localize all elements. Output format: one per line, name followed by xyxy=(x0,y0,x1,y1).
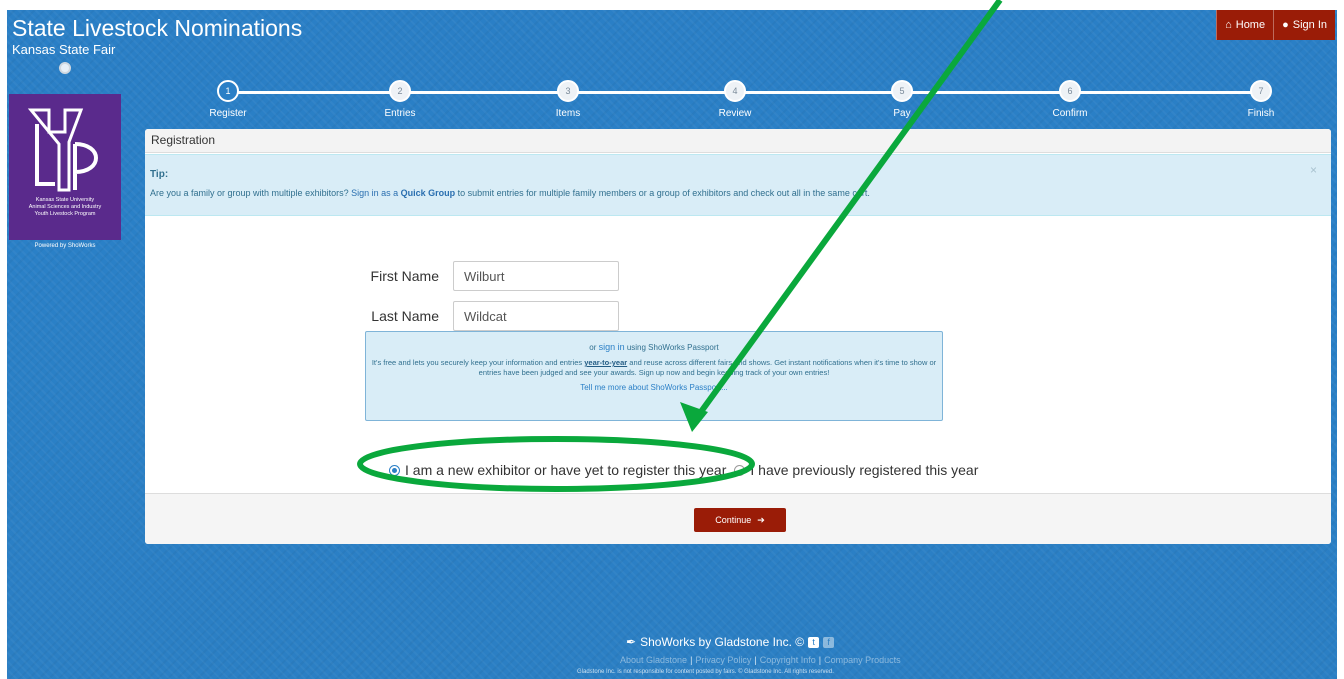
products-link[interactable]: Company Products xyxy=(824,655,901,665)
step-label: Confirm xyxy=(1052,108,1088,119)
passport-more-link[interactable]: Tell me more about ShoWorks Passport... xyxy=(366,383,942,392)
close-icon[interactable]: × xyxy=(1310,163,1317,177)
first-name-row: First Name xyxy=(367,261,619,291)
tip-text: Are you a family or group with multiple … xyxy=(150,188,1326,198)
logo-line-1: Kansas State University xyxy=(35,197,95,203)
last-name-field[interactable] xyxy=(453,301,619,331)
app-title: State Livestock Nominations xyxy=(12,15,303,41)
step-number: 1 xyxy=(217,80,239,102)
step-confirm[interactable]: 6 Confirm xyxy=(1040,80,1100,119)
lyp-logo-icon xyxy=(27,108,98,192)
previous-exhibitor-radio[interactable] xyxy=(734,464,746,476)
step-number: 4 xyxy=(724,80,746,102)
step-items[interactable]: 3 Items xyxy=(538,80,598,119)
step-number: 5 xyxy=(891,80,913,102)
step-review[interactable]: 4 Review xyxy=(705,80,765,119)
panel-footer: Continue ➔ xyxy=(145,493,1331,544)
exhibitor-type-options: I am a new exhibitor or have yet to regi… xyxy=(389,462,978,478)
arrow-right-icon: ➔ xyxy=(757,514,765,525)
step-label: Register xyxy=(209,108,247,119)
step-label: Pay xyxy=(893,108,911,119)
step-pay[interactable]: 5 Pay xyxy=(872,80,932,119)
progress-stepper: 1 Register 2 Entries 3 Items 4 Review 5 … xyxy=(209,80,1274,130)
step-number: 7 xyxy=(1250,80,1272,102)
continue-button[interactable]: Continue ➔ xyxy=(694,508,786,532)
new-exhibitor-radio[interactable] xyxy=(389,464,400,476)
app-background: State Livestock Nominations Kansas State… xyxy=(7,10,1337,679)
home-icon: ⌂ xyxy=(1225,19,1232,31)
logo: Kansas State University Animal Sciences … xyxy=(9,94,121,240)
first-name-field[interactable] xyxy=(453,261,619,291)
passport-info-box: or sign in using ShoWorks Passport It's … xyxy=(365,331,943,421)
step-label: Entries xyxy=(384,108,416,119)
user-icon: ● xyxy=(1282,19,1289,31)
new-exhibitor-label[interactable]: I am a new exhibitor or have yet to regi… xyxy=(405,462,726,478)
tip-signin: Sign in as a xyxy=(351,188,401,198)
panel-heading: Registration xyxy=(145,129,1331,153)
top-nav: ⌂ Home ● Sign In xyxy=(1216,10,1335,40)
tip-alert: Tip: Are you a family or group with mult… xyxy=(145,154,1331,216)
step-number: 6 xyxy=(1059,80,1081,102)
footer-links: About Gladstone | Privacy Policy | Copyright… xyxy=(620,655,901,665)
last-name-label: Last Name xyxy=(371,308,439,324)
passport-body-emph: year-to-year xyxy=(584,358,628,367)
tip-quick-group: Quick Group xyxy=(400,188,456,198)
quick-group-link[interactable]: Sign in as a Quick Group xyxy=(351,188,455,198)
last-name-row: Last Name xyxy=(367,301,619,331)
twitter-icon[interactable]: t xyxy=(808,636,820,648)
registration-panel: Registration Tip: Are you a family or gr… xyxy=(145,129,1331,544)
step-entries[interactable]: 2 Entries xyxy=(370,80,430,119)
footer-brand-text: ShoWorks by Gladstone Inc. © xyxy=(640,635,805,649)
step-label: Finish xyxy=(1247,108,1275,119)
step-register[interactable]: 1 Register xyxy=(198,80,258,119)
step-number: 2 xyxy=(389,80,411,102)
step-finish[interactable]: 7 Finish xyxy=(1231,80,1291,119)
passport-body-pre: It's free and lets you securely keep you… xyxy=(371,358,585,367)
passport-or: or xyxy=(589,343,599,352)
logo-line-3: Youth Livestock Program xyxy=(34,211,96,217)
facebook-icon[interactable]: f xyxy=(823,636,835,648)
logo-caption: Kansas State University Animal Sciences … xyxy=(29,197,101,218)
previous-exhibitor-label[interactable]: I have previously registered this year xyxy=(750,462,978,478)
footer-brand: ✒ ShoWorks by Gladstone Inc. © t f xyxy=(626,635,835,649)
sign-in-button[interactable]: ● Sign In xyxy=(1273,10,1335,40)
footer-copyright: Gladstone Inc. is not responsible for co… xyxy=(577,669,834,675)
sign-in-label: Sign In xyxy=(1292,19,1327,31)
passport-using: using ShoWorks Passport xyxy=(624,343,719,352)
step-number: 3 xyxy=(557,80,579,102)
first-name-label: First Name xyxy=(370,268,439,284)
feather-icon: ✒ xyxy=(626,635,637,649)
home-button[interactable]: ⌂ Home xyxy=(1216,10,1274,40)
tip-pre: Are you a family or group with multiple … xyxy=(150,188,352,198)
passport-signin-line: or sign in using ShoWorks Passport xyxy=(366,342,942,352)
passport-signin-link[interactable]: sign in xyxy=(599,342,625,352)
about-link[interactable]: About Gladstone xyxy=(620,655,687,665)
tip-post: to submit entries for multiple family me… xyxy=(455,188,870,198)
privacy-link[interactable]: Privacy Policy xyxy=(695,655,751,665)
continue-label: Continue xyxy=(715,515,752,525)
copyright-link[interactable]: Copyright Info xyxy=(760,655,816,665)
tip-title: Tip: xyxy=(150,169,169,180)
powered-by: Powered by ShoWorks xyxy=(34,243,96,249)
step-label: Review xyxy=(718,108,752,119)
logo-line-2: Animal Sciences and Industry xyxy=(28,204,102,210)
passport-description: It's free and lets you securely keep you… xyxy=(369,358,939,378)
app-subtitle: Kansas State Fair xyxy=(12,42,116,57)
sidebar-toggle[interactable] xyxy=(59,62,71,74)
home-label: Home xyxy=(1235,19,1266,31)
step-label: Items xyxy=(555,108,581,119)
